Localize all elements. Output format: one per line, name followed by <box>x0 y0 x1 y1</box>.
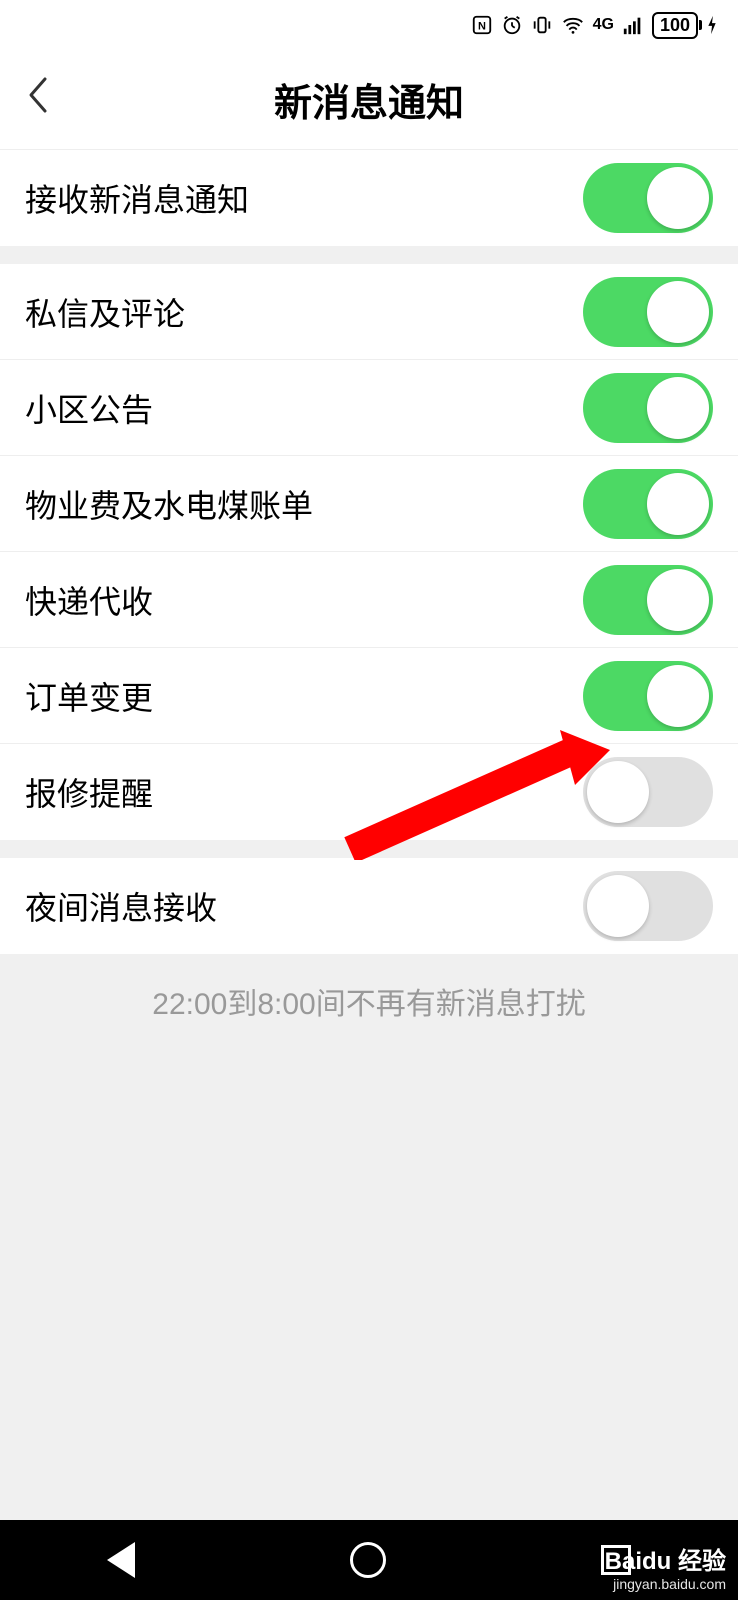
watermark-url: jingyan.baidu.com <box>605 1576 726 1592</box>
triangle-back-icon <box>107 1542 135 1578</box>
setting-row: 快递代收 <box>0 552 738 648</box>
network-label: 4G <box>593 16 614 34</box>
svg-text:N: N <box>478 21 486 33</box>
toggle-knob <box>647 665 709 727</box>
setting-row: 私信及评论 <box>0 264 738 360</box>
toggle-switch[interactable] <box>583 373 713 443</box>
settings-group: 接收新消息通知 <box>0 150 738 246</box>
nfc-icon: N <box>471 14 493 36</box>
battery-level: 100 <box>660 15 690 35</box>
toggle-switch[interactable] <box>583 565 713 635</box>
setting-label: 夜间消息接收 <box>25 883 217 929</box>
signal-icon <box>622 14 644 36</box>
nav-back-button[interactable] <box>107 1542 135 1578</box>
page-header: 新消息通知 <box>0 50 738 150</box>
footer-note: 22:00到8:00间不再有新消息打扰 <box>0 954 738 1048</box>
setting-row: 接收新消息通知 <box>0 150 738 246</box>
vibrate-icon <box>531 14 553 36</box>
setting-row: 夜间消息接收 <box>0 858 738 954</box>
setting-row: 报修提醒 <box>0 744 738 840</box>
toggle-knob <box>647 167 709 229</box>
toggle-knob <box>647 569 709 631</box>
setting-label: 物业费及水电煤账单 <box>25 481 313 527</box>
toggle-switch[interactable] <box>583 163 713 233</box>
charging-icon <box>706 14 718 36</box>
setting-row: 物业费及水电煤账单 <box>0 456 738 552</box>
toggle-switch[interactable] <box>583 757 713 827</box>
watermark-brand: Baidu 经验 <box>605 1541 726 1576</box>
setting-row: 订单变更 <box>0 648 738 744</box>
setting-label: 订单变更 <box>25 673 153 719</box>
settings-group: 私信及评论小区公告物业费及水电煤账单快递代收订单变更报修提醒 <box>0 264 738 840</box>
setting-label: 接收新消息通知 <box>25 175 249 221</box>
toggle-knob <box>647 281 709 343</box>
nav-home-button[interactable] <box>350 1542 386 1578</box>
setting-label: 快递代收 <box>25 577 153 623</box>
toggle-knob <box>647 473 709 535</box>
setting-label: 报修提醒 <box>25 769 153 815</box>
toggle-knob <box>587 875 649 937</box>
toggle-knob <box>647 377 709 439</box>
android-nav-bar: Baidu 经验 jingyan.baidu.com <box>0 1520 738 1600</box>
circle-home-icon <box>350 1542 386 1578</box>
battery-indicator: 100 <box>652 12 698 39</box>
setting-label: 小区公告 <box>25 385 153 431</box>
watermark: Baidu 经验 jingyan.baidu.com <box>605 1541 726 1592</box>
page-title: 新消息通知 <box>274 72 464 127</box>
toggle-switch[interactable] <box>583 277 713 347</box>
alarm-icon <box>501 14 523 36</box>
wifi-icon <box>561 14 585 36</box>
back-button[interactable] <box>25 75 49 125</box>
toggle-knob <box>587 761 649 823</box>
toggle-switch[interactable] <box>583 871 713 941</box>
setting-label: 私信及评论 <box>25 289 185 335</box>
toggle-switch[interactable] <box>583 661 713 731</box>
setting-row: 小区公告 <box>0 360 738 456</box>
settings-group: 夜间消息接收 <box>0 858 738 954</box>
toggle-switch[interactable] <box>583 469 713 539</box>
status-bar: N 4G 100 <box>0 0 738 50</box>
